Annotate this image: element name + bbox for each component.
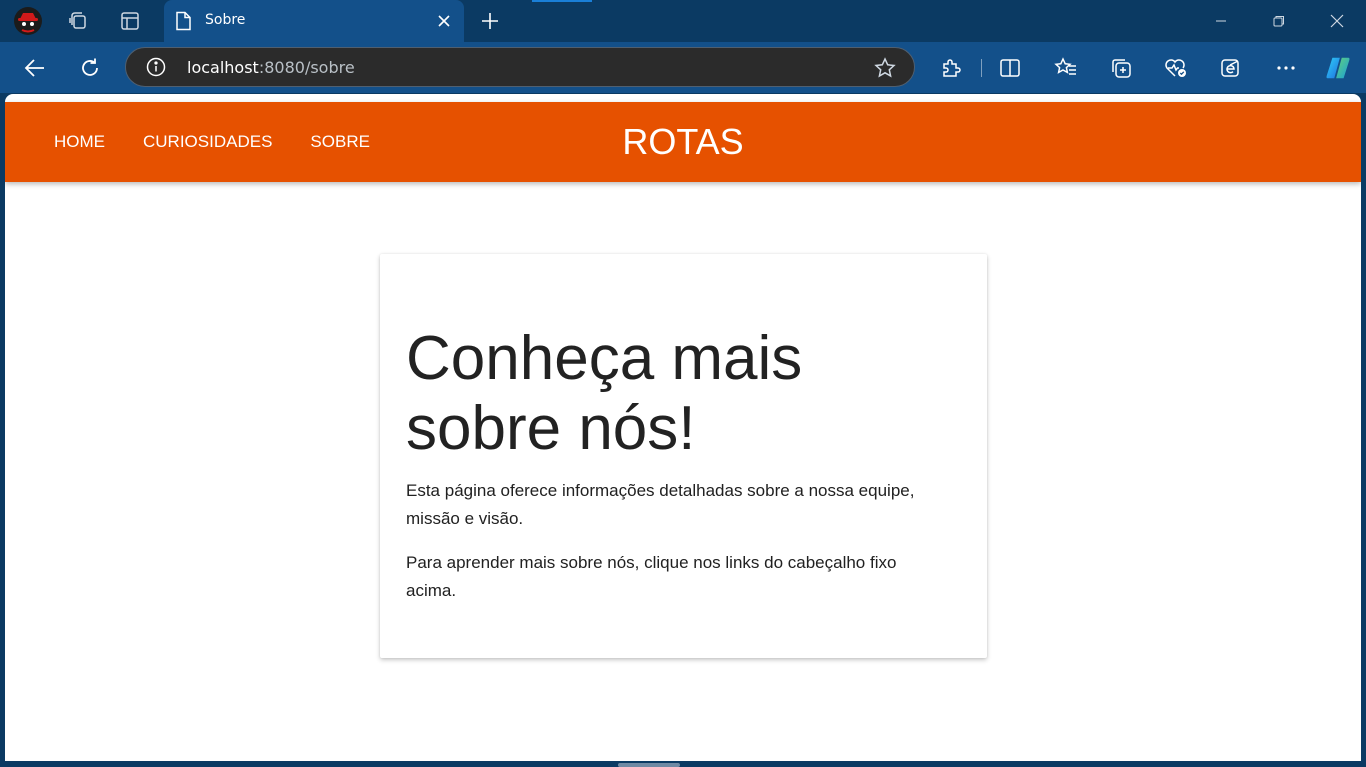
url-path: :8080/sobre — [258, 58, 355, 77]
site-nav: HOME CURIOSIDADES SOBRE — [35, 102, 389, 182]
toolbar-separator — [981, 59, 982, 77]
copilot-icon[interactable] — [1324, 54, 1352, 82]
address-url[interactable]: localhost:8080/sobre — [187, 58, 355, 77]
workspaces-icon[interactable] — [63, 6, 93, 36]
nav-link-home[interactable]: HOME — [35, 102, 124, 182]
browser-toolbar: localhost:8080/sobre — [0, 42, 1366, 93]
url-host: localhost — [187, 58, 259, 77]
tab-title: Sobre — [205, 12, 246, 28]
more-icon[interactable] — [1272, 54, 1300, 82]
brand-text: ROTAS — [622, 121, 744, 162]
minimize-icon[interactable] — [1209, 9, 1233, 33]
page-viewport: ROTAS HOME CURIOSIDADES SOBRE Conheça ma… — [5, 94, 1361, 761]
browser-essentials-icon[interactable] — [1162, 54, 1190, 82]
nav-link-sobre[interactable]: SOBRE — [291, 102, 389, 182]
window-bottom-edge — [0, 761, 1366, 767]
page-heading: Conheça mais sobre nós! — [406, 324, 803, 463]
info-icon[interactable] — [146, 57, 166, 81]
tab-strip: Sobre — [0, 0, 1366, 42]
paragraph-instructions: Para aprender mais sobre nós, clique nos… — [406, 553, 897, 600]
back-icon[interactable] — [21, 54, 49, 82]
collections-icon[interactable] — [1107, 54, 1135, 82]
content-card: Conheça mais sobre nós! Esta página ofer… — [380, 254, 987, 658]
paragraph-intro: Esta página oferece informações detalhad… — [406, 481, 915, 528]
nav-link-curiosidades[interactable]: CURIOSIDADES — [124, 102, 291, 182]
tab-actions-icon[interactable] — [115, 6, 145, 36]
window-close-icon[interactable] — [1325, 9, 1349, 33]
resize-handle[interactable] — [618, 763, 680, 767]
favorites-icon[interactable] — [1052, 54, 1080, 82]
refresh-icon[interactable] — [76, 54, 104, 82]
profile-avatar-icon[interactable] — [13, 6, 43, 36]
favorite-star-icon[interactable] — [874, 57, 896, 83]
address-bar[interactable]: localhost:8080/sobre — [125, 47, 915, 87]
tab-strip-accent — [532, 0, 592, 2]
new-tab-icon[interactable] — [478, 9, 502, 33]
split-screen-icon[interactable] — [996, 54, 1024, 82]
site-header: ROTAS HOME CURIOSIDADES SOBRE — [5, 102, 1361, 182]
internet-explorer-mode-icon[interactable] — [1217, 54, 1245, 82]
close-icon[interactable] — [434, 11, 454, 31]
restore-icon[interactable] — [1267, 9, 1291, 33]
page-icon — [174, 11, 192, 35]
tab-sobre[interactable]: Sobre — [164, 0, 464, 42]
extensions-icon[interactable] — [937, 54, 965, 82]
